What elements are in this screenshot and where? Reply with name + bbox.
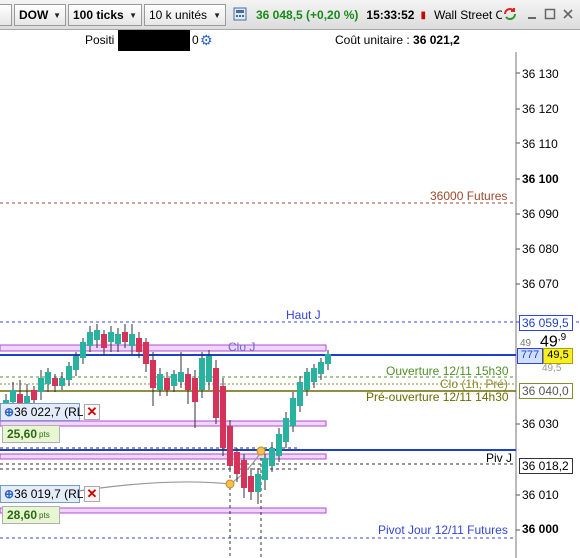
order-marker-2[interactable] — [256, 446, 266, 456]
order-arrow-icon: ⊕ — [4, 487, 15, 501]
current-price-sup: ,9 — [557, 332, 567, 343]
axis-tick-label: 36 120 — [522, 102, 559, 116]
order-points-value: 28,60 — [7, 508, 38, 522]
axis-tick-label: 36 010 — [522, 488, 559, 502]
clock-time: 15:33:52 — [366, 8, 415, 22]
chevron-down-icon: ▼ — [129, 10, 137, 20]
piv-price: 36 018,2 — [522, 459, 569, 473]
unit-cost: Coût unitaire : 36 021,2 — [335, 33, 460, 47]
order-price: 36 019,7 (RL) — [14, 487, 88, 501]
position-redacted-box — [118, 30, 190, 51]
clo-price-tag: 36 040,0 — [519, 383, 573, 399]
chart-canvas — [0, 52, 580, 558]
price-chart[interactable]: 36 130 36 120 36 110 36 100 36 090 36 08… — [0, 52, 580, 558]
toolbar-left-edge — [0, 4, 12, 26]
order-points-unit: pts — [39, 510, 50, 520]
axis-tick-label: 36 070 — [522, 277, 559, 291]
gear-icon[interactable]: ⚙ — [200, 32, 213, 49]
flag-icon: ▮ — [420, 9, 426, 21]
ticker: 36 048,5 (+0,20 %) 15:33:52 ▮ Wall Stree… — [250, 4, 502, 26]
position-value: 0 — [192, 33, 199, 47]
axis-tick-label: 36 090 — [522, 207, 559, 221]
ouverture-label: Ouverture 12/11 15h30 — [386, 364, 509, 378]
piv-j-label: Piv J — [486, 451, 513, 465]
position-bar: Positi 0 ⚙ Coût unitaire : 36 021,2 — [0, 30, 580, 52]
close-icon[interactable]: ✕ — [84, 404, 100, 420]
sync-icon[interactable] — [502, 6, 518, 22]
axis-tick-label: 36 100 — [522, 172, 559, 186]
instrument-select-label: DOW — [19, 8, 49, 22]
order-price: 36 022,7 (RL) — [14, 405, 88, 419]
calculator-icon[interactable] — [232, 6, 248, 22]
order-price-box[interactable]: ⊕ 36 019,7 (RL) — [0, 485, 87, 503]
maximize-icon[interactable] — [542, 6, 558, 22]
pre-ouverture-label: Pré-ouverture 12/11 14h30 — [366, 390, 509, 404]
order-points-value: 25,60 — [7, 427, 38, 441]
futures-level-label: 36000 Futures — [430, 189, 508, 203]
axis-tick-label: 36 030 — [522, 417, 559, 431]
toolbar: DOW ▼ 100 ticks ▼ 10 k unités ▼ 36 048,5… — [0, 0, 580, 30]
bid-size-tag: 777 — [517, 348, 543, 364]
haut-j-price-tag: 36 059,5 — [519, 315, 573, 331]
close-icon[interactable] — [560, 6, 576, 22]
chevron-down-icon: ▼ — [213, 10, 221, 20]
axis-tick-label: 36 080 — [522, 242, 559, 256]
unit-cost-value: 36 021,2 — [413, 33, 460, 47]
close-icon[interactable]: ✕ — [84, 486, 100, 502]
order-points-unit: pts — [39, 429, 50, 439]
order-points-box: 25,60 pts — [2, 425, 60, 443]
haut-j-label: Haut J — [286, 308, 321, 322]
axis-tick-label: 36 000 — [522, 522, 559, 536]
minimize-icon[interactable] — [524, 6, 540, 22]
units-select[interactable]: 10 k unités ▼ — [144, 4, 226, 26]
clo-price: 36 040,0 — [522, 384, 569, 398]
order-arrow-icon: ⊕ — [4, 405, 15, 419]
piv-price-tag: 36 018,2 — [519, 458, 573, 474]
instrument-select[interactable]: DOW ▼ — [14, 4, 66, 26]
bid-price-tag: 49,5 — [543, 348, 573, 364]
pivot-jour-label: Pivot Jour 12/11 Futures — [378, 523, 508, 537]
axis-tick-label: 36 130 — [522, 67, 559, 81]
chevron-down-icon: ▼ — [53, 10, 61, 20]
axis-tick-label: 36 110 — [522, 137, 558, 151]
order-price-box[interactable]: ⊕ 36 022,7 (RL) — [0, 403, 87, 421]
order-marker-1[interactable] — [225, 479, 235, 489]
clo-1h-label: Clo (1h, Pré) — [440, 377, 509, 391]
ask-price-faint: 49,5 — [542, 363, 562, 374]
clo-j-label: Clo J — [228, 340, 256, 354]
units-select-label: 10 k unités — [149, 8, 208, 22]
haut-j-price: 36 059,5 — [522, 316, 569, 330]
last-price: 36 048,5 (+0,20 %) — [256, 8, 359, 22]
clo-j-band — [0, 344, 327, 352]
instrument-name: Wall Street C — [433, 8, 502, 22]
ticks-select[interactable]: 100 ticks ▼ — [68, 4, 142, 26]
ticks-select-label: 100 ticks — [73, 8, 124, 22]
order-points-box: 28,60 pts — [2, 506, 60, 524]
position-label: Positi — [85, 33, 115, 47]
unit-cost-label: Coût unitaire : — [335, 33, 414, 47]
